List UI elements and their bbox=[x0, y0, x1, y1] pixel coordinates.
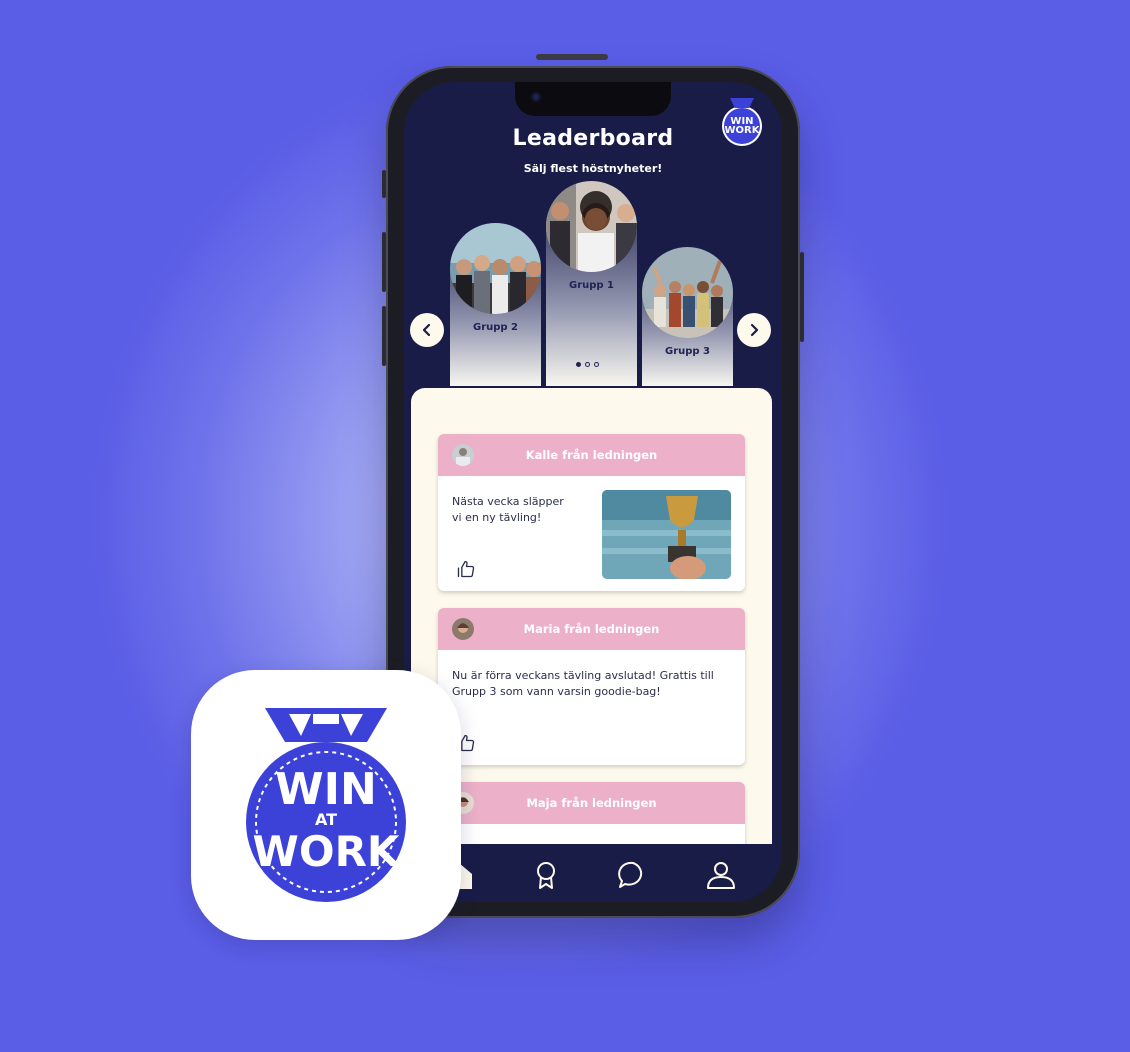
pagination-dot[interactable] bbox=[585, 362, 590, 367]
page-subtitle: Sälj flest höstnyheter! bbox=[523, 162, 663, 175]
post-text: Nu är förra veckans tävling avslutad! Gr… bbox=[452, 669, 714, 698]
carousel-prev-button[interactable] bbox=[410, 313, 444, 347]
speaker-grille bbox=[536, 54, 608, 60]
group-photo bbox=[450, 223, 541, 314]
medal-logo-icon: WIN AT WORK bbox=[246, 708, 406, 902]
post-header: Kalle från ledningen bbox=[438, 434, 745, 476]
power-button bbox=[800, 252, 804, 342]
pagination-dot-active[interactable] bbox=[576, 362, 581, 367]
win-at-work-logo[interactable]: WIN WORK bbox=[722, 98, 762, 146]
group-photo bbox=[546, 181, 637, 272]
medal-ribbon bbox=[730, 98, 754, 108]
post-author: Maria från ledningen bbox=[523, 622, 660, 636]
app-icon[interactable]: WIN AT WORK bbox=[191, 670, 461, 940]
post-header: Maja från ledningen bbox=[438, 782, 745, 824]
avatar bbox=[452, 444, 474, 466]
pagination-dot[interactable] bbox=[594, 362, 599, 367]
camera-icon bbox=[531, 92, 541, 102]
carousel-pagination[interactable] bbox=[576, 362, 599, 367]
feed-post: Kalle från ledningen Nästa vecka släpper… bbox=[438, 434, 745, 591]
volume-up-button bbox=[382, 232, 386, 292]
award-icon[interactable] bbox=[529, 858, 563, 892]
post-author: Maja från ledningen bbox=[526, 796, 657, 810]
thumbs-up-icon[interactable] bbox=[456, 559, 476, 579]
podium-label: Grupp 1 bbox=[568, 280, 614, 291]
podium-label: Grupp 2 bbox=[472, 322, 518, 333]
news-feed[interactable]: Kalle från ledningen Nästa vecka släpper… bbox=[411, 388, 772, 848]
chevron-right-icon bbox=[750, 323, 759, 337]
avatar bbox=[452, 618, 474, 640]
trophy-image bbox=[602, 490, 731, 579]
notch bbox=[515, 82, 671, 116]
podium-grupp-3[interactable]: Grupp 3 bbox=[642, 247, 733, 386]
podium-label: Grupp 3 bbox=[664, 346, 710, 357]
logo-text-work: WORK bbox=[253, 827, 401, 876]
logo-text: WIN WORK bbox=[724, 116, 760, 136]
podium-grupp-1[interactable]: Grupp 1 bbox=[546, 181, 637, 386]
group-photo bbox=[642, 247, 733, 338]
logo-text-win: WIN bbox=[275, 764, 377, 815]
post-header: Maria från ledningen bbox=[438, 608, 745, 650]
feed-post: Maria från ledningen Nu är förra veckans… bbox=[438, 608, 745, 765]
podium-grupp-2[interactable]: Grupp 2 bbox=[450, 223, 541, 386]
volume-down-button bbox=[382, 306, 386, 366]
post-text: Nästa vecka släpper vi en ny tävling! bbox=[452, 495, 564, 524]
post-author: Kalle från ledningen bbox=[525, 448, 658, 462]
feed-post: Maja från ledningen bbox=[438, 782, 745, 848]
chevron-left-icon bbox=[422, 323, 431, 337]
carousel-next-button[interactable] bbox=[737, 313, 771, 347]
chat-icon[interactable] bbox=[616, 858, 650, 892]
profile-icon[interactable] bbox=[704, 858, 738, 892]
mute-switch bbox=[382, 170, 386, 198]
